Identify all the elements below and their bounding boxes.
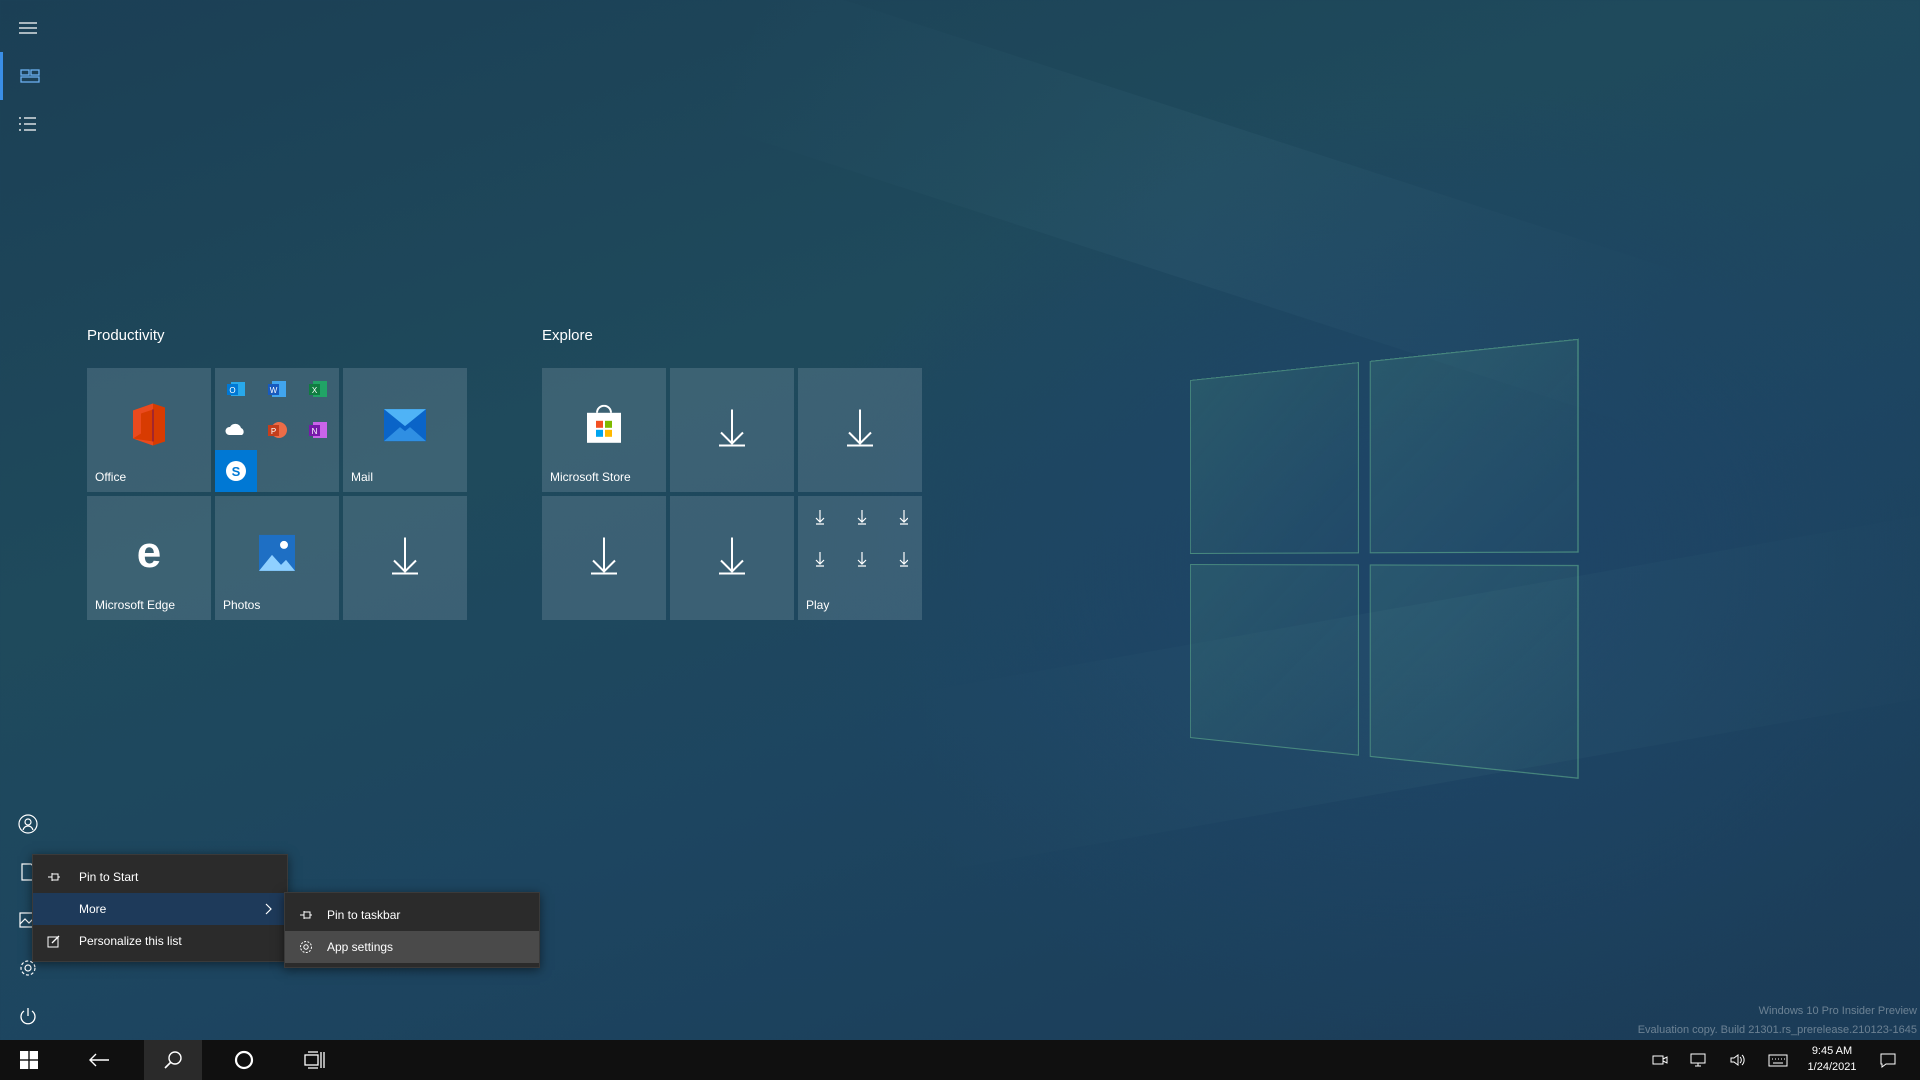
word-icon[interactable]: W: [266, 378, 288, 400]
group-title-explore[interactable]: Explore: [542, 327, 593, 344]
svg-text:W: W: [270, 386, 278, 395]
download-arrow-icon: [845, 408, 875, 453]
menu-item-label: More: [79, 902, 106, 916]
tile-mail[interactable]: Mail: [343, 368, 467, 492]
download-arrow-icon: [589, 536, 619, 581]
tile-label: Mail: [351, 470, 373, 484]
svg-text:P: P: [271, 427, 276, 436]
notification-icon[interactable]: [1880, 1052, 1896, 1068]
tile-label: Play: [806, 598, 829, 612]
menu-item-personalize-this-list[interactable]: Personalize this list: [33, 925, 287, 957]
edge-icon: e: [129, 533, 169, 578]
tile-office-apps-folder[interactable]: O W X P N S: [215, 368, 339, 492]
all-apps-list-icon[interactable]: [0, 100, 56, 148]
personalize-icon: [47, 934, 61, 948]
clock-time: 9:45 AM: [1800, 1043, 1864, 1059]
task-view-icon[interactable]: [286, 1040, 344, 1080]
menu-item-pin-to-start[interactable]: Pin to Start: [33, 861, 287, 893]
svg-text:S: S: [232, 464, 241, 479]
pinned-tiles-icon[interactable]: [0, 52, 56, 100]
pin-icon: [299, 908, 313, 922]
cortana-circle-icon[interactable]: [215, 1040, 273, 1080]
photos-icon: [258, 534, 296, 577]
menu-item-label: Pin to Start: [79, 870, 138, 884]
start-windows-icon[interactable]: [0, 1040, 58, 1080]
menu-item-label: Pin to taskbar: [327, 908, 400, 922]
menu-item-label: Personalize this list: [79, 934, 182, 948]
taskbar: 9:45 AM 1/24/2021: [0, 1040, 1920, 1080]
build-watermark-line1: Windows 10 Pro Insider Preview: [1759, 1005, 1917, 1017]
back-arrow-icon[interactable]: [70, 1040, 128, 1080]
tile-downloading-app[interactable]: [670, 368, 794, 492]
menu-item-more[interactable]: More: [33, 893, 287, 925]
outlook-icon[interactable]: O: [225, 378, 247, 400]
menu-item-app-settings[interactable]: App settings: [285, 931, 539, 963]
build-watermark-line2: Evaluation copy. Build 21301.rs_prerelea…: [1638, 1024, 1917, 1036]
taskbar-clock[interactable]: 9:45 AM 1/24/2021: [1800, 1043, 1864, 1075]
menu-item-pin-to-taskbar[interactable]: Pin to taskbar: [285, 899, 539, 931]
mail-icon: [383, 408, 427, 447]
tile-downloading-app[interactable]: [798, 368, 922, 492]
tile-microsoft-edge[interactable]: e Microsoft Edge: [87, 496, 211, 620]
tile-label: Microsoft Edge: [95, 598, 175, 612]
volume-icon[interactable]: [1730, 1052, 1746, 1068]
group-title-productivity[interactable]: Productivity: [87, 327, 165, 344]
clock-date: 1/24/2021: [1800, 1059, 1864, 1075]
user-account-icon[interactable]: [0, 800, 56, 848]
play-folder-icon: [812, 508, 908, 568]
context-menu: Pin to Start More Personalize this list: [32, 854, 288, 962]
network-icon[interactable]: [1690, 1052, 1706, 1068]
tile-label: Office: [95, 470, 126, 484]
tile-label: Microsoft Store: [550, 470, 631, 484]
menu-item-label: App settings: [327, 940, 393, 954]
keyboard-icon[interactable]: [1768, 1052, 1788, 1068]
download-arrow-icon: [717, 408, 747, 453]
powerpoint-icon[interactable]: P: [266, 419, 288, 441]
tile-office[interactable]: Office: [87, 368, 211, 492]
excel-icon[interactable]: X: [307, 378, 329, 400]
meet-now-icon[interactable]: [1652, 1052, 1668, 1068]
onedrive-icon[interactable]: [225, 419, 247, 441]
tile-downloading-app[interactable]: [542, 496, 666, 620]
download-arrow-icon: [717, 536, 747, 581]
tile-photos[interactable]: Photos: [215, 496, 339, 620]
onenote-icon[interactable]: N: [307, 419, 329, 441]
download-arrow-icon: [390, 536, 420, 581]
power-icon[interactable]: [0, 992, 56, 1040]
svg-text:O: O: [229, 386, 235, 395]
gear-icon: [299, 940, 313, 954]
svg-text:e: e: [137, 533, 161, 573]
svg-text:X: X: [312, 386, 318, 395]
chevron-right-icon: [265, 903, 273, 918]
tile-play-folder[interactable]: Play: [798, 496, 922, 620]
skype-icon[interactable]: S: [215, 450, 257, 492]
tile-downloading-app[interactable]: [343, 496, 467, 620]
submenu: Pin to taskbar App settings: [284, 892, 540, 968]
tile-downloading-app[interactable]: [670, 496, 794, 620]
tile-label: Photos: [223, 598, 260, 612]
pin-icon: [47, 870, 61, 884]
store-bag-icon: [584, 405, 624, 450]
svg-text:N: N: [312, 427, 318, 436]
search-icon[interactable]: [144, 1040, 202, 1080]
tile-microsoft-store[interactable]: Microsoft Store: [542, 368, 666, 492]
office-icon: [129, 401, 169, 452]
hamburger-menu-icon[interactable]: [0, 4, 56, 52]
windows-logo-wallpaper: [1190, 338, 1581, 781]
